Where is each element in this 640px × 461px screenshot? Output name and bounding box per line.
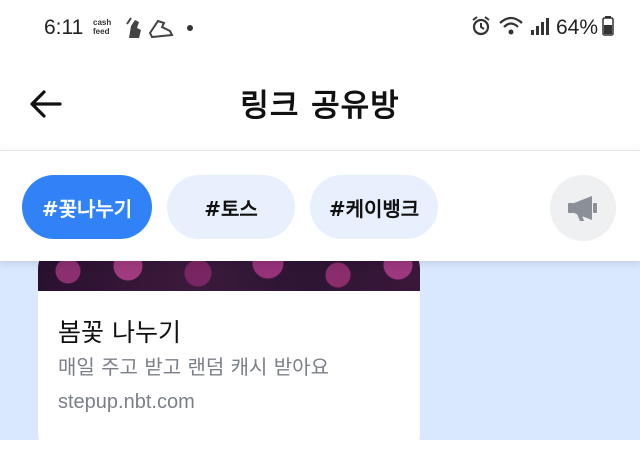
link-card[interactable]: 봄꽃 나누기 매일 주고 받고 랜덤 캐시 받아요 stepup.nbt.com bbox=[38, 241, 420, 461]
signal-icon bbox=[530, 15, 556, 41]
status-bar: 6:11 cash feed 64% bbox=[0, 0, 640, 58]
notification-dot bbox=[187, 25, 193, 31]
cashfeed-notification-icon: cash feed bbox=[93, 18, 119, 36]
app-header: 링크 공유방 bbox=[0, 58, 640, 151]
card-description: 매일 주고 받고 랜덤 캐시 받아요 bbox=[58, 355, 329, 379]
cashfeed-label-line1: cash bbox=[93, 18, 112, 27]
tag-filter-bar: #꽃나누기 #토스 #케이뱅크 bbox=[0, 151, 640, 261]
megaphone-button[interactable] bbox=[550, 175, 616, 241]
sneaker-icon bbox=[148, 17, 174, 43]
battery-percent: 64% bbox=[555, 16, 598, 39]
cashfeed-label-line2: feed bbox=[93, 27, 110, 36]
status-time: 6:11 bbox=[44, 16, 84, 39]
status-right-icons: 64% bbox=[470, 14, 620, 42]
page-title: 링크 공유방 bbox=[240, 88, 400, 124]
content-area: 봄꽃 나누기 매일 주고 받고 랜덤 캐시 받아요 stepup.nbt.com bbox=[0, 241, 640, 461]
tag-chip-toss[interactable]: #토스 bbox=[167, 175, 295, 239]
megaphone-icon bbox=[568, 196, 597, 221]
tag-chip-flower-sharing[interactable]: #꽃나누기 bbox=[22, 175, 152, 239]
tag-chip-kbank[interactable]: #케이뱅크 bbox=[310, 175, 438, 239]
card-title: 봄꽃 나누기 bbox=[58, 318, 181, 347]
card-url: stepup.nbt.com bbox=[58, 391, 195, 413]
wifi-icon bbox=[498, 15, 530, 41]
shoe-icon bbox=[125, 16, 145, 44]
alarm-icon bbox=[470, 15, 498, 41]
battery-icon bbox=[602, 16, 620, 40]
